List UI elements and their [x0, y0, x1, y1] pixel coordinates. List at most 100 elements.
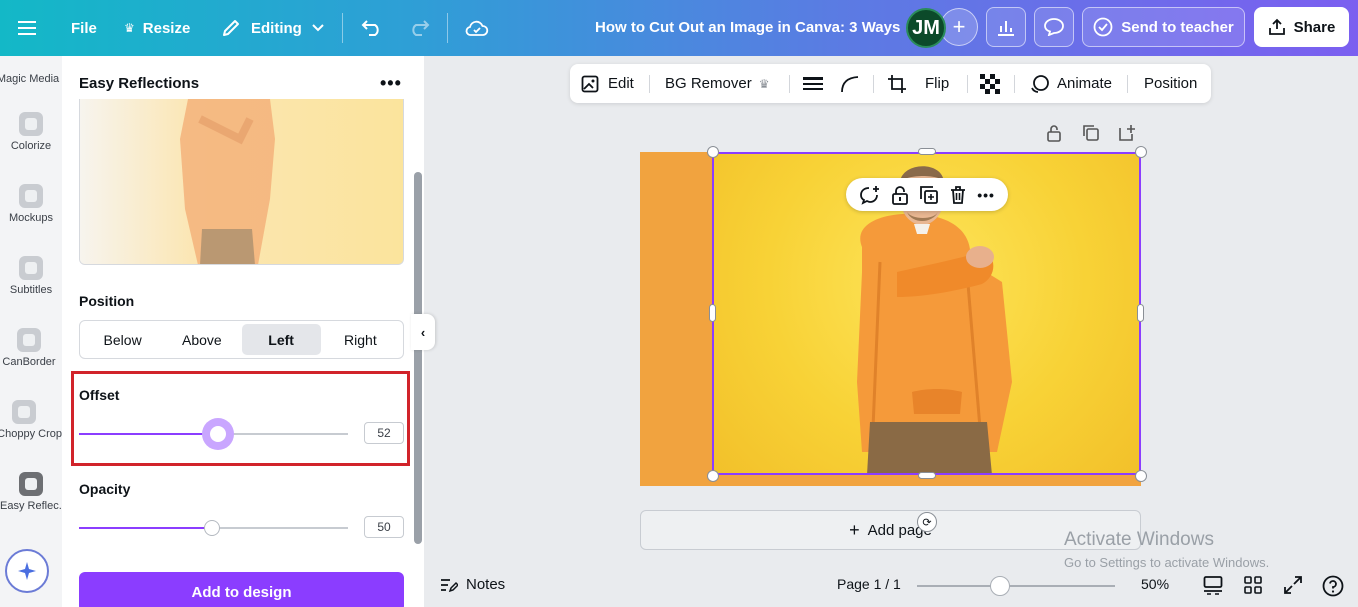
duplicate-icon[interactable] — [919, 185, 939, 205]
rail-item-label: Choppy Crop — [0, 428, 62, 440]
position-option-right[interactable]: Right — [321, 324, 400, 355]
rail-item-canborder[interactable]: CanBorder — [0, 328, 62, 368]
opacity-value-input[interactable]: 50 — [364, 516, 404, 538]
rail-item-label: Easy Reflec... — [0, 500, 62, 512]
edit-label: Edit — [608, 75, 634, 92]
lock-icon[interactable] — [1046, 124, 1062, 147]
resize-handle-right[interactable] — [1137, 304, 1144, 322]
avatar[interactable]: JM — [906, 8, 946, 48]
resize-handle-top[interactable] — [918, 148, 936, 155]
opacity-slider[interactable] — [79, 520, 348, 536]
opacity-slider-thumb[interactable] — [204, 520, 220, 536]
send-to-teacher-button[interactable]: Send to teacher — [1082, 7, 1245, 47]
image-edit-icon — [581, 75, 599, 92]
rail-item-mockups[interactable]: Mockups — [0, 184, 62, 224]
rail-item-colorize[interactable]: Colorize — [0, 112, 62, 152]
add-to-design-button[interactable]: Add to design — [79, 572, 404, 607]
cloud-sync-icon[interactable] — [465, 0, 489, 56]
plus-icon: + — [849, 519, 860, 540]
preview-person-image — [80, 99, 403, 264]
rail-item-choppy-crop[interactable]: Choppy Crop — [0, 400, 62, 440]
position-option-left[interactable]: Left — [241, 324, 321, 355]
sparkle-icon — [18, 562, 36, 580]
lock-icon[interactable] — [891, 185, 909, 205]
menu-icon[interactable] — [18, 0, 36, 56]
trash-icon[interactable] — [949, 185, 967, 205]
border-style-icon[interactable] — [803, 64, 823, 103]
resize-handle-bottom-right[interactable] — [1135, 470, 1147, 482]
divider — [967, 75, 968, 93]
page-thumbnails-icon[interactable] — [1203, 575, 1223, 600]
zoom-level[interactable]: 50% — [1141, 576, 1169, 592]
panel-title: Easy Reflections — [79, 75, 200, 92]
flip-button[interactable]: Flip — [925, 64, 949, 103]
offset-value-input[interactable]: 52 — [364, 422, 404, 444]
opacity-label: Opacity — [79, 481, 131, 497]
add-page-icon[interactable] — [1118, 124, 1136, 147]
collapse-panel-button[interactable]: ‹ — [411, 314, 435, 350]
offset-slider-thumb[interactable] — [202, 418, 234, 450]
comments-button[interactable] — [1034, 7, 1074, 47]
rail-item-magic-media[interactable]: Magic Media — [0, 73, 62, 85]
canborder-icon — [17, 328, 41, 352]
document-title[interactable]: How to Cut Out an Image in Canva: 3 Ways — [595, 0, 900, 56]
file-menu[interactable]: File — [71, 0, 97, 56]
divider — [649, 75, 650, 93]
insights-button[interactable] — [986, 7, 1026, 47]
transparency-icon[interactable] — [980, 64, 1000, 103]
grid-view-icon[interactable] — [1243, 575, 1263, 600]
opacity-slider-fill — [79, 527, 212, 529]
position-button[interactable]: Position — [1144, 64, 1197, 103]
rail-item-subtitles[interactable]: Subtitles — [0, 256, 62, 296]
rail-item-label: Subtitles — [9, 284, 53, 296]
rotate-handle-icon[interactable]: ⟳ — [917, 512, 937, 532]
redo-icon[interactable] — [408, 0, 430, 56]
activate-windows-subtitle: Go to Settings to activate Windows. — [1064, 555, 1270, 570]
position-option-above[interactable]: Above — [162, 324, 241, 355]
corner-rounding-icon[interactable] — [840, 64, 860, 103]
panel-scrollbar-thumb[interactable] — [414, 172, 422, 544]
resize-handle-top-left[interactable] — [707, 146, 719, 158]
resize-button[interactable]: ♛ Resize — [124, 0, 190, 56]
chevron-down-icon — [312, 24, 324, 32]
offset-slider[interactable] — [79, 418, 348, 450]
edit-image-button[interactable]: Edit — [581, 64, 634, 103]
undo-icon[interactable] — [361, 0, 383, 56]
bg-remover-button[interactable]: BG Remover ♛ — [665, 64, 769, 103]
comment-add-icon[interactable] — [859, 185, 881, 205]
rail-item-label: Mockups — [8, 212, 54, 224]
notes-button[interactable]: Notes — [440, 576, 505, 593]
more-options-icon[interactable]: ••• — [380, 73, 402, 94]
animate-button[interactable]: Animate — [1030, 64, 1112, 103]
resize-handle-top-right[interactable] — [1135, 146, 1147, 158]
resize-handle-bottom-left[interactable] — [707, 470, 719, 482]
divider — [342, 13, 343, 43]
mockups-icon — [19, 184, 43, 208]
easy-reflections-icon — [19, 472, 43, 496]
zoom-slider[interactable] — [917, 585, 1115, 587]
fullscreen-icon[interactable] — [1283, 575, 1303, 600]
zoom-slider-thumb[interactable] — [990, 576, 1010, 596]
element-floating-toolbar: ••• — [846, 178, 1008, 211]
help-icon[interactable] — [1322, 575, 1344, 602]
animate-label: Animate — [1057, 75, 1113, 92]
editing-mode-dropdown[interactable]: Editing — [221, 0, 324, 56]
app-rail: Magic Media Colorize Mockups Subtitles C… — [0, 56, 62, 607]
position-segmented-control: Below Above Left Right — [79, 320, 404, 359]
resize-handle-bottom[interactable] — [918, 472, 936, 479]
rail-item-easy-reflections[interactable]: Easy Reflec... — [0, 472, 62, 512]
panel-scrollbar[interactable] — [414, 100, 422, 600]
crop-icon[interactable] — [887, 64, 907, 103]
share-button[interactable]: Share — [1254, 7, 1349, 47]
resize-handle-left[interactable] — [709, 304, 716, 322]
reflection-preview — [79, 99, 404, 265]
pencil-icon — [223, 20, 239, 36]
position-option-below[interactable]: Below — [83, 324, 162, 355]
magic-assistant-button[interactable] — [5, 549, 49, 593]
more-options-icon[interactable]: ••• — [977, 187, 995, 203]
page-indicator[interactable]: Page 1 / 1 — [837, 576, 901, 592]
context-toolbar: Edit BG Remover ♛ Flip Animate Position — [570, 64, 1211, 103]
divider — [789, 75, 790, 93]
rail-item-label: Colorize — [10, 140, 52, 152]
duplicate-page-icon[interactable] — [1082, 124, 1100, 147]
